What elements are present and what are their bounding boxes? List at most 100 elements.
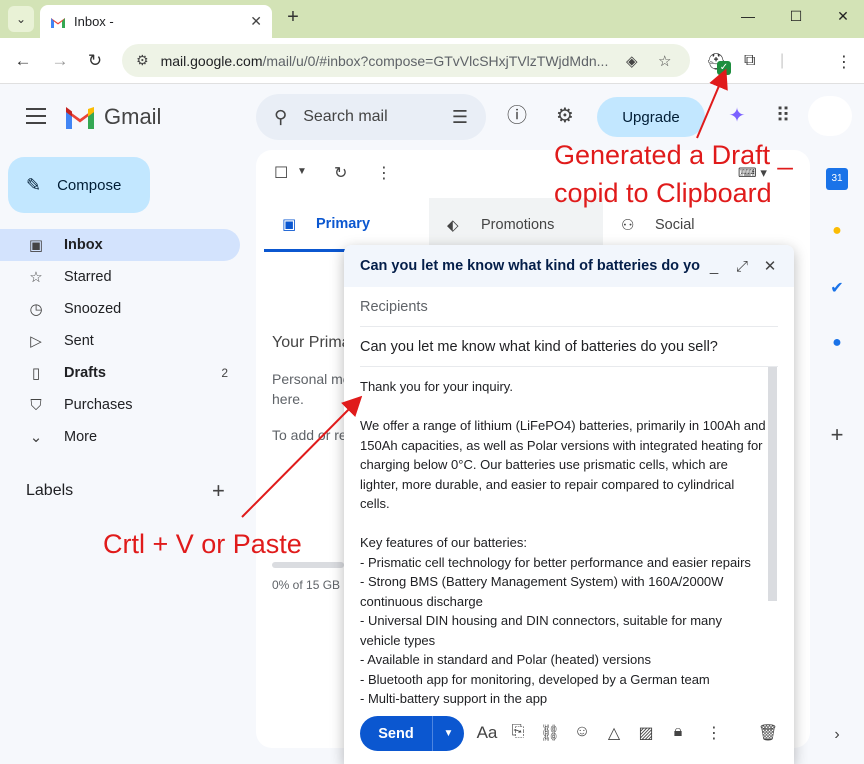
search-bar[interactable]: ⚲ Search mail ☰ [256, 94, 486, 140]
message-body[interactable]: Thank you for your inquiry. We offer a r… [360, 377, 766, 709]
apps-grid-icon[interactable]: ⠿ [771, 104, 795, 128]
compose-title: Can you let me know what kind of batteri… [360, 258, 700, 274]
gmail-logo[interactable]: Gmail [64, 104, 161, 130]
url-text[interactable]: mail.google.com/mail/u/0/#inbox?compose=… [161, 53, 611, 69]
inbox-tab-icon: ▣ [282, 215, 297, 233]
tab-label: Social [655, 217, 695, 233]
tasks-check-icon[interactable]: ✔ [826, 278, 848, 300]
attach-file-icon[interactable]: ⎘ [507, 723, 529, 741]
sidebar-item-inbox[interactable]: ▣ Inbox [0, 229, 240, 261]
tab-label: Primary [316, 215, 371, 232]
tab-title: Inbox - [74, 14, 114, 29]
more-compose-options-icon[interactable]: ⋮ [703, 723, 725, 743]
extensions-puzzle-icon[interactable]: ⧉ [744, 52, 755, 70]
send-button-group: Send ▼ [360, 716, 464, 751]
bookmark-star-icon[interactable]: ☆ [658, 52, 671, 70]
sidebar-item-purchases[interactable]: ⛉ Purchases [0, 389, 240, 421]
body-scrollbar[interactable] [768, 367, 777, 601]
sidebar-item-label: Inbox [64, 237, 103, 253]
install-app-icon[interactable]: ◈ [626, 52, 638, 70]
close-window-button[interactable]: ✕ [833, 8, 853, 25]
main-menu-icon[interactable] [26, 108, 46, 124]
sidebar-item-drafts[interactable]: ▯ Drafts 2 [0, 357, 240, 389]
formatting-options-button[interactable]: Aa [476, 723, 498, 743]
tab-search-chevron-icon[interactable]: ⌄ [8, 6, 34, 32]
sidebar-item-label: Starred [64, 269, 112, 285]
settings-gear-icon[interactable]: ⚙ [553, 104, 577, 128]
labels-heading: Labels [26, 482, 74, 499]
upgrade-button[interactable]: Upgrade [597, 97, 705, 137]
minimize-button[interactable]: — [738, 8, 758, 24]
chevron-down-icon: ⌄ [29, 429, 43, 446]
add-label-button[interactable]: + [212, 478, 225, 504]
back-arrow-icon[interactable]: ← [12, 50, 34, 72]
sidebar-item-sent[interactable]: ▷ Sent [0, 325, 240, 357]
empty-state-line: Personal me [272, 371, 351, 387]
empty-state-line: To add or re [272, 427, 347, 443]
browser-tab-inbox[interactable]: Inbox - ✕ [40, 5, 272, 38]
recipients-field[interactable]: Recipients [360, 287, 778, 327]
address-bar[interactable]: ⚙ mail.google.com/mail/u/0/#inbox?compos… [122, 44, 690, 77]
maximize-button[interactable]: ☐ [786, 8, 806, 25]
browser-toolbar: ← → ↻ ⚙ mail.google.com/mail/u/0/#inbox?… [0, 38, 864, 84]
sidebar-item-starred[interactable]: ☆ Starred [0, 261, 240, 293]
new-tab-button[interactable]: + [282, 6, 304, 29]
confidential-lock-icon[interactable]: 🔒︎ [667, 723, 689, 741]
storage-text: 0% of 15 GB u [272, 578, 351, 592]
calendar-icon[interactable]: 31 [826, 168, 848, 190]
sidebar-item-snoozed[interactable]: ◷ Snoozed [0, 293, 240, 325]
refresh-icon[interactable]: ↻ [334, 163, 347, 183]
reload-icon[interactable]: ↻ [84, 50, 106, 72]
account-avatar[interactable] [808, 96, 852, 136]
pencil-icon: ✎ [26, 174, 42, 195]
close-compose-icon[interactable]: ✕ [756, 257, 784, 275]
tab-primary[interactable]: ▣ Primary [264, 198, 429, 252]
gmail-wordmark: Gmail [104, 104, 162, 129]
help-icon[interactable]: ⓘ [505, 104, 529, 128]
insert-photo-icon[interactable]: ▨ [635, 723, 657, 743]
forward-arrow-icon[interactable]: → [49, 50, 71, 72]
sidebar-item-label: Snoozed [64, 301, 122, 317]
expand-compose-icon[interactable]: ⤢ [728, 258, 756, 275]
send-button[interactable]: Send [360, 716, 432, 751]
add-addon-button[interactable]: + [826, 422, 848, 447]
send-icon: ▷ [30, 333, 42, 350]
tab-close-icon[interactable]: ✕ [250, 13, 262, 30]
empty-state-line: here. [272, 391, 304, 407]
select-chevron-icon[interactable]: ▼ [297, 166, 307, 177]
search-icon[interactable]: ⚲ [274, 107, 287, 128]
more-options-icon[interactable]: ⋮ [376, 163, 392, 183]
compose-button[interactable]: ✎ Compose [8, 157, 150, 213]
contacts-person-icon[interactable]: ● [826, 334, 848, 356]
inbox-icon: ▣ [28, 237, 44, 254]
people-icon: ⚇ [621, 217, 635, 234]
sidebar-item-label: Drafts [64, 365, 106, 381]
tag-icon: ⬖ [447, 217, 459, 234]
empty-state-title: Your Prima [272, 334, 351, 351]
discard-draft-icon[interactable]: 🗑︎ [757, 723, 779, 743]
search-options-icon[interactable]: ☰ [452, 107, 468, 128]
keep-bulb-icon[interactable]: ● [826, 222, 848, 244]
select-checkbox[interactable]: ☐ [274, 163, 288, 183]
emoji-icon[interactable]: ☺ [571, 723, 593, 741]
gemini-sparkle-icon[interactable]: ✦ [725, 104, 749, 128]
chevron-right-icon[interactable]: › [826, 726, 848, 748]
drive-icon[interactable]: △ [603, 723, 625, 743]
browser-menu-icon[interactable]: ⋮ [836, 52, 852, 72]
insert-link-icon[interactable]: ⛓ [539, 723, 561, 743]
search-input[interactable]: Search mail [303, 108, 452, 126]
minimize-compose-icon[interactable]: _ [700, 258, 728, 275]
site-info-icon[interactable]: ⚙ [136, 52, 149, 69]
schedule-send-chevron-icon[interactable]: ▼ [432, 716, 464, 751]
purchases-icon: ⛉ [30, 396, 42, 414]
sidebar-item-more[interactable]: ⌄ More [0, 421, 240, 453]
annotation-top-line2: copid to Clipboard [554, 178, 772, 208]
subject-field[interactable]: Can you let me know what kind of batteri… [360, 327, 778, 367]
clock-icon: ◷ [29, 301, 43, 318]
browser-tab-bar: ⌄ Inbox - ✕ + — ☐ ✕ [0, 0, 864, 38]
star-icon: ☆ [29, 269, 43, 286]
annotation-top-line1: Generated a Draft _ [554, 140, 793, 170]
draft-icon: ▯ [31, 365, 41, 382]
gmail-m-icon [66, 107, 94, 129]
compose-header[interactable]: Can you let me know what kind of batteri… [344, 245, 794, 287]
